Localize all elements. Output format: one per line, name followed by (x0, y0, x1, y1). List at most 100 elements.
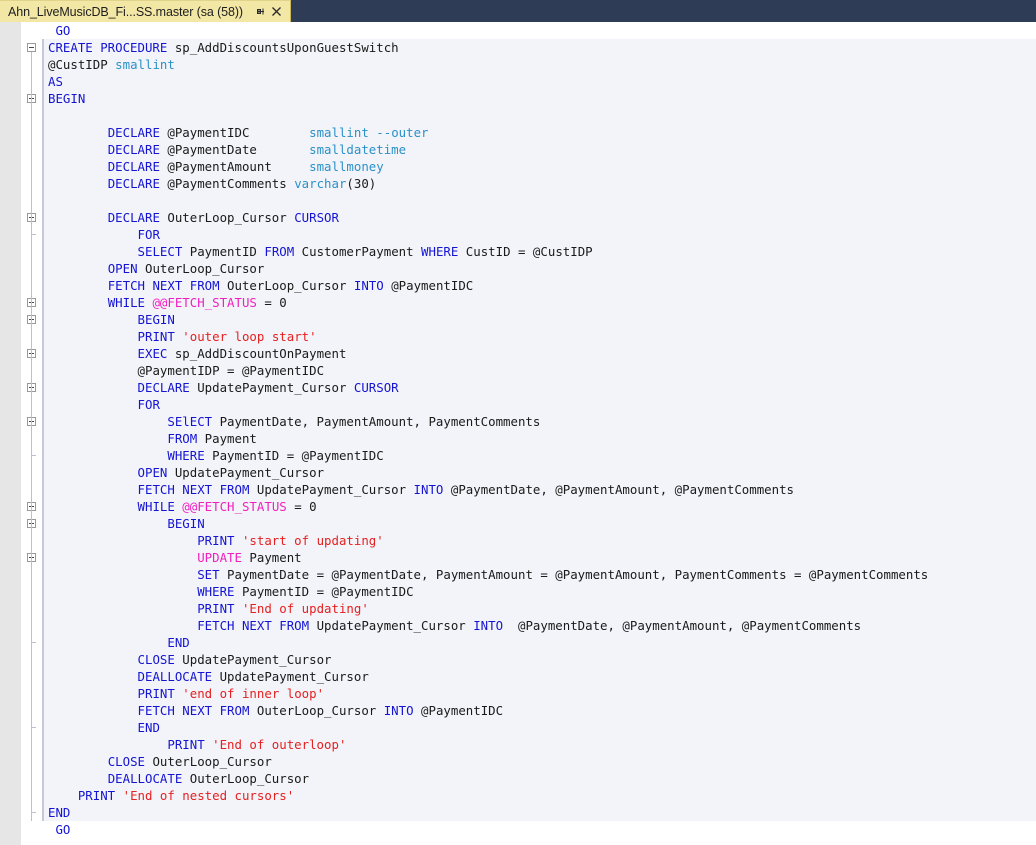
code-line[interactable]: END (42, 634, 1036, 651)
code-line[interactable]: FROM Payment (42, 430, 1036, 447)
code-token: FOR (137, 397, 160, 412)
code-line[interactable] (42, 192, 1036, 209)
code-line[interactable]: DEALLOCATE UpdatePayment_Cursor (42, 668, 1036, 685)
code-line[interactable]: @CustIDP smallint (42, 56, 1036, 73)
fold-toggle-icon[interactable] (27, 43, 36, 52)
code-line[interactable]: BEGIN (42, 90, 1036, 107)
code-token: @PaymentDate, @PaymentAmount, @PaymentCo… (510, 618, 862, 633)
code-line[interactable]: PRINT 'end of inner loop' (42, 685, 1036, 702)
code-token: DECLARE (107, 142, 168, 157)
code-line[interactable]: FETCH NEXT FROM OuterLoop_Cursor INTO @P… (42, 702, 1036, 719)
code-line[interactable]: PRINT 'End of outerloop' (42, 736, 1036, 753)
code-line[interactable]: BEGIN (42, 311, 1036, 328)
selection-margin[interactable] (0, 22, 22, 845)
code-line[interactable]: WHERE PaymentID = @PaymentIDC (42, 447, 1036, 464)
code-line[interactable]: WHILE @@FETCH_STATUS = 0 (42, 294, 1036, 311)
code-line[interactable]: AS (42, 73, 1036, 90)
code-line[interactable]: GO (42, 821, 1036, 838)
code-token: OPEN (107, 261, 145, 276)
code-line[interactable]: BEGIN (42, 515, 1036, 532)
code-token: --outer (376, 125, 429, 140)
code-token: smallint (115, 57, 175, 72)
code-line[interactable]: @PaymentIDP = @PaymentIDC (42, 362, 1036, 379)
code-line[interactable]: FETCH NEXT FROM UpdatePayment_Cursor INT… (42, 617, 1036, 634)
editor-tab-strip: Ahn_LiveMusicDB_Fi...SS.master (sa (58)) (0, 0, 1036, 22)
code-token: @PaymentAmount (167, 159, 272, 174)
code-token: WHILE (107, 295, 153, 310)
code-token: 'end of inner loop' (182, 686, 325, 701)
code-line[interactable]: OPEN OuterLoop_Cursor (42, 260, 1036, 277)
code-token: smallmoney (309, 159, 384, 174)
code-line[interactable]: PRINT 'End of updating' (42, 600, 1036, 617)
fold-connector-line (31, 52, 32, 821)
code-token: WHERE (167, 448, 213, 463)
code-token: UpdatePayment_Cursor (256, 482, 414, 497)
code-token: (30) (346, 176, 377, 191)
code-line[interactable]: PRINT 'End of nested cursors' (42, 787, 1036, 804)
code-token: GO (55, 822, 71, 837)
code-line[interactable]: DECLARE UpdatePayment_Cursor CURSOR (42, 379, 1036, 396)
code-line[interactable]: CREATE PROCEDURE sp_AddDiscountsUponGues… (42, 39, 1036, 56)
code-line[interactable]: END (42, 804, 1036, 821)
code-line[interactable]: FETCH NEXT FROM OuterLoop_Cursor INTO @P… (42, 277, 1036, 294)
code-line[interactable]: DECLARE @PaymentAmount smallmoney (42, 158, 1036, 175)
code-text[interactable]: GO CREATE PROCEDURE sp_AddDiscountsUponGu… (42, 22, 1036, 838)
code-token: DECLARE (107, 159, 168, 174)
code-token: DECLARE (107, 125, 168, 140)
code-line[interactable]: DECLARE @PaymentIDC smallint --outer (42, 124, 1036, 141)
code-surface[interactable]: GO CREATE PROCEDURE sp_AddDiscountsUponGu… (42, 22, 1036, 845)
code-token: UpdatePayment_Cursor (219, 669, 369, 684)
code-line[interactable]: END (42, 719, 1036, 736)
code-token: Payment (249, 550, 302, 565)
code-token: DEALLOCATE (107, 771, 190, 786)
code-token: UpdatePayment_Cursor (182, 652, 332, 667)
code-line[interactable]: FETCH NEXT FROM UpdatePayment_Cursor INT… (42, 481, 1036, 498)
code-line[interactable]: SET PaymentDate = @PaymentDate, PaymentA… (42, 566, 1036, 583)
code-token: BEGIN (48, 91, 86, 106)
code-token: FETCH NEXT FROM (137, 482, 257, 497)
code-line[interactable]: DECLARE @PaymentComments varchar(30) (42, 175, 1036, 192)
code-line[interactable]: FOR (42, 226, 1036, 243)
code-token: END (48, 805, 71, 820)
fold-end-tick (31, 642, 36, 643)
code-line[interactable]: PRINT 'start of updating' (42, 532, 1036, 549)
code-line[interactable]: SELECT PaymentID FROM CustomerPayment WH… (42, 243, 1036, 260)
code-line[interactable]: WHERE PaymentID = @PaymentIDC (42, 583, 1036, 600)
code-token: END (137, 720, 160, 735)
code-token: FROM (264, 244, 302, 259)
code-line[interactable]: WHILE @@FETCH_STATUS = 0 (42, 498, 1036, 515)
code-token: FOR (137, 227, 160, 242)
code-token: SElECT (167, 414, 220, 429)
code-token: @@FETCH_STATUS (152, 295, 257, 310)
code-token: INTO (413, 482, 451, 497)
code-line[interactable]: DECLARE @PaymentDate smalldatetime (42, 141, 1036, 158)
code-token: PaymentDate = @PaymentDate, PaymentAmoun… (227, 567, 929, 582)
code-line[interactable]: CLOSE UpdatePayment_Cursor (42, 651, 1036, 668)
close-icon[interactable] (270, 5, 284, 19)
sql-query-editor[interactable]: GO CREATE PROCEDURE sp_AddDiscountsUponGu… (0, 22, 1036, 845)
code-line[interactable]: PRINT 'outer loop start' (42, 328, 1036, 345)
code-token: OuterLoop_Cursor (256, 703, 384, 718)
tab-ahn-livemusicdb[interactable]: Ahn_LiveMusicDB_Fi...SS.master (sa (58)) (0, 0, 291, 22)
code-token: END (167, 635, 190, 650)
pin-icon[interactable] (254, 5, 268, 19)
code-token: @CustIDP (48, 57, 108, 72)
code-token: SELECT (137, 244, 190, 259)
code-line[interactable]: DEALLOCATE OuterLoop_Cursor (42, 770, 1036, 787)
code-line[interactable]: UPDATE Payment (42, 549, 1036, 566)
code-line[interactable]: CLOSE OuterLoop_Cursor (42, 753, 1036, 770)
code-line[interactable]: DECLARE OuterLoop_Cursor CURSOR (42, 209, 1036, 226)
code-line[interactable] (42, 107, 1036, 124)
code-token: WHERE (421, 244, 466, 259)
code-line[interactable]: FOR (42, 396, 1036, 413)
code-token: PRINT (137, 329, 183, 344)
code-line[interactable]: OPEN UpdatePayment_Cursor (42, 464, 1036, 481)
code-token: OuterLoop_Cursor (145, 261, 265, 276)
outlining-fold-margin[interactable] (22, 22, 42, 845)
code-line[interactable]: GO (42, 22, 1036, 39)
code-token: 'End of updating' (241, 601, 369, 616)
code-line[interactable]: SElECT PaymentDate, PaymentAmount, Payme… (42, 413, 1036, 430)
code-line[interactable]: EXEC sp_AddDiscountOnPayment (42, 345, 1036, 362)
